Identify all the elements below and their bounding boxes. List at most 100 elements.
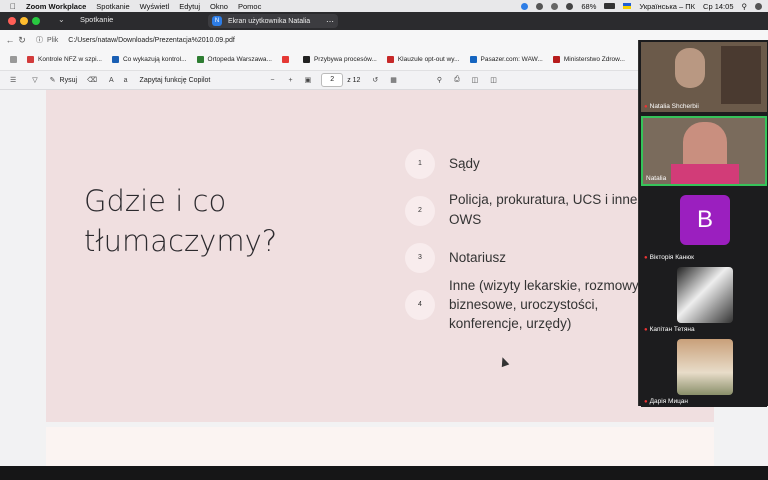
- list-number-badge: 1: [405, 149, 435, 179]
- participant-name: ● Капітан Тетяна: [644, 326, 695, 333]
- search-icon[interactable]: ⚲: [742, 2, 748, 11]
- avatar: B: [680, 195, 730, 245]
- list-item-text: Notariusz: [449, 250, 507, 265]
- battery-icon[interactable]: [604, 3, 616, 9]
- share-badge-icon: N: [212, 16, 222, 26]
- back-icon[interactable]: ←: [4, 35, 16, 45]
- list-item-text-cont: konferencje, urzędy): [449, 316, 572, 331]
- zoom-title-bar: ⌄ Spotkanie N Ekran użytkownika Natalia …: [0, 12, 768, 30]
- mic-muted-icon: ●: [644, 327, 648, 333]
- maximize-window-button[interactable]: [32, 17, 40, 25]
- control-center-icon[interactable]: [755, 2, 762, 10]
- read-aloud-icon[interactable]: A: [109, 77, 114, 84]
- save-as-icon[interactable]: ◫: [490, 76, 497, 84]
- menu-pomoc[interactable]: Pomoc: [238, 2, 261, 11]
- more-options-icon[interactable]: ⋯: [326, 17, 334, 26]
- video-clothing: [671, 164, 739, 184]
- save-icon[interactable]: ◫: [472, 76, 479, 84]
- print-icon[interactable]: ⎙: [454, 76, 460, 84]
- list-number-badge: 4: [405, 290, 435, 320]
- apple-icon[interactable]: : [10, 2, 16, 11]
- menu-okno[interactable]: Okno: [210, 2, 228, 11]
- participants-panel: ● Natalia Shcherbii Natalia B ● Вікторія К…: [638, 40, 768, 407]
- ukraine-flag-icon: [623, 3, 632, 9]
- participant-tile[interactable]: ● Natalia Shcherbii: [641, 42, 767, 112]
- clock[interactable]: Ср 14:05: [703, 2, 733, 11]
- bookmark-item[interactable]: Ministerstwo Zdrow...: [552, 55, 625, 63]
- wifi-icon[interactable]: [566, 2, 574, 10]
- url-text[interactable]: C:/Users/nataw/Downloads/Prezentacja%201…: [68, 37, 235, 44]
- reload-icon[interactable]: ↻: [16, 35, 28, 46]
- eraser-icon[interactable]: ⌫: [87, 76, 97, 84]
- menu-wyswietl[interactable]: Wyświetl: [140, 2, 170, 11]
- zoom-meeting-title: Spotkanie: [80, 15, 114, 24]
- bottom-bar: [0, 466, 768, 480]
- avatar: [677, 267, 733, 323]
- next-slide-page: [46, 427, 714, 466]
- draw-icon[interactable]: ✎: [50, 76, 56, 84]
- draw-button[interactable]: Rysuj: [60, 77, 78, 84]
- menu-edytuj[interactable]: Edytuj: [179, 2, 200, 11]
- zoom-in-icon[interactable]: +: [288, 77, 292, 84]
- list-number-badge: 2: [405, 196, 435, 226]
- bookmark-item[interactable]: Pasazer.com: WAW...: [469, 55, 543, 63]
- screen-share-pill[interactable]: N Ekran użytkownika Natalia ⋯: [208, 14, 338, 28]
- bookmark-item[interactable]: Przybywa procesów...: [302, 55, 377, 63]
- participant-tile[interactable]: ● Дарія Мицан: [641, 337, 767, 407]
- mic-muted-icon: ●: [644, 104, 648, 110]
- slide-heading-line2: tłumaczymy?: [84, 224, 278, 258]
- video-feed: [675, 48, 705, 88]
- menu-zoom-workplace[interactable]: Zoom Workplace: [26, 2, 86, 11]
- macos-menu-bar:  Zoom Workplace Spotkanie Wyświetl Edyt…: [0, 0, 768, 12]
- favicon-icon: [302, 55, 310, 63]
- highlight-icon[interactable]: ▽: [32, 76, 37, 84]
- address-prefix: Plik: [47, 36, 59, 44]
- favicon-icon: [27, 55, 34, 63]
- address-bar[interactable]: ← ↻ ⓘ Plik C:/Users/nataw/Downloads/Prez…: [4, 32, 744, 48]
- avatar: [677, 339, 733, 395]
- zoom-out-icon[interactable]: −: [270, 77, 274, 84]
- list-item-text: Policja, prokuratura, UCS i inne: [449, 192, 638, 207]
- page-view-icon[interactable]: ▦: [390, 76, 397, 84]
- favicon-icon: [552, 55, 560, 63]
- favicon-icon: [111, 55, 119, 63]
- fit-page-icon[interactable]: ▣: [305, 76, 312, 84]
- participant-tile[interactable]: ● Капітан Тетяна: [641, 265, 767, 335]
- favicon-icon: [196, 55, 204, 63]
- slide-heading-line1: Gdzie i co: [84, 184, 227, 218]
- copilot-button[interactable]: Zapytaj funkcję Copilot: [140, 77, 211, 84]
- minimize-window-button[interactable]: [20, 17, 28, 25]
- participant-name: ● Дарія Мицан: [644, 398, 688, 405]
- bookmark-item[interactable]: Klauzule opt-out wy...: [386, 55, 460, 63]
- zoom-status-icon[interactable]: [521, 2, 529, 10]
- info-icon[interactable]: ⓘ: [36, 35, 43, 45]
- battery-percent[interactable]: 68%: [581, 2, 596, 11]
- bookmark-item[interactable]: Co wykazują kontrol...: [111, 55, 187, 63]
- chevron-down-icon[interactable]: ⌄: [58, 15, 65, 24]
- bookmarks-bar-icon[interactable]: [10, 55, 17, 63]
- search-icon[interactable]: ⚲: [437, 76, 442, 84]
- participant-tile-active[interactable]: Natalia: [641, 116, 767, 186]
- bookmark-item[interactable]: Kontrole NFZ w szpi...: [27, 55, 102, 63]
- keyboard-layout[interactable]: Українська – ПК: [639, 2, 695, 11]
- participant-tile[interactable]: B ● Вікторія Канюк: [641, 193, 767, 263]
- favicon-icon: [469, 55, 477, 63]
- translate-icon[interactable]: a: [124, 77, 128, 84]
- bluetooth-icon[interactable]: [551, 2, 559, 10]
- mic-muted-icon: ●: [644, 399, 648, 405]
- bookmark-item[interactable]: Ortopeda Warszawa...: [196, 55, 272, 63]
- status-icon[interactable]: [536, 2, 544, 10]
- page-number-input[interactable]: 2: [321, 73, 344, 87]
- bookmark-item[interactable]: [281, 55, 293, 63]
- slide-heading: Gdzie i co tłumaczymy?: [84, 181, 344, 261]
- close-window-button[interactable]: [8, 17, 16, 25]
- menu-spotkanie[interactable]: Spotkanie: [96, 2, 129, 11]
- menu-extras: 68% Українська – ПК Ср 14:05 ⚲: [521, 0, 762, 12]
- list-item-text: Sądy: [449, 156, 480, 171]
- favicon-icon: [386, 55, 394, 63]
- contents-icon[interactable]: ☰: [10, 76, 16, 84]
- mic-muted-icon: ●: [644, 255, 648, 261]
- rotate-icon[interactable]: ↺: [372, 76, 378, 84]
- share-label: Ekran użytkownika Natalia: [228, 17, 311, 25]
- participant-name: ● Natalia Shcherbii: [644, 103, 699, 110]
